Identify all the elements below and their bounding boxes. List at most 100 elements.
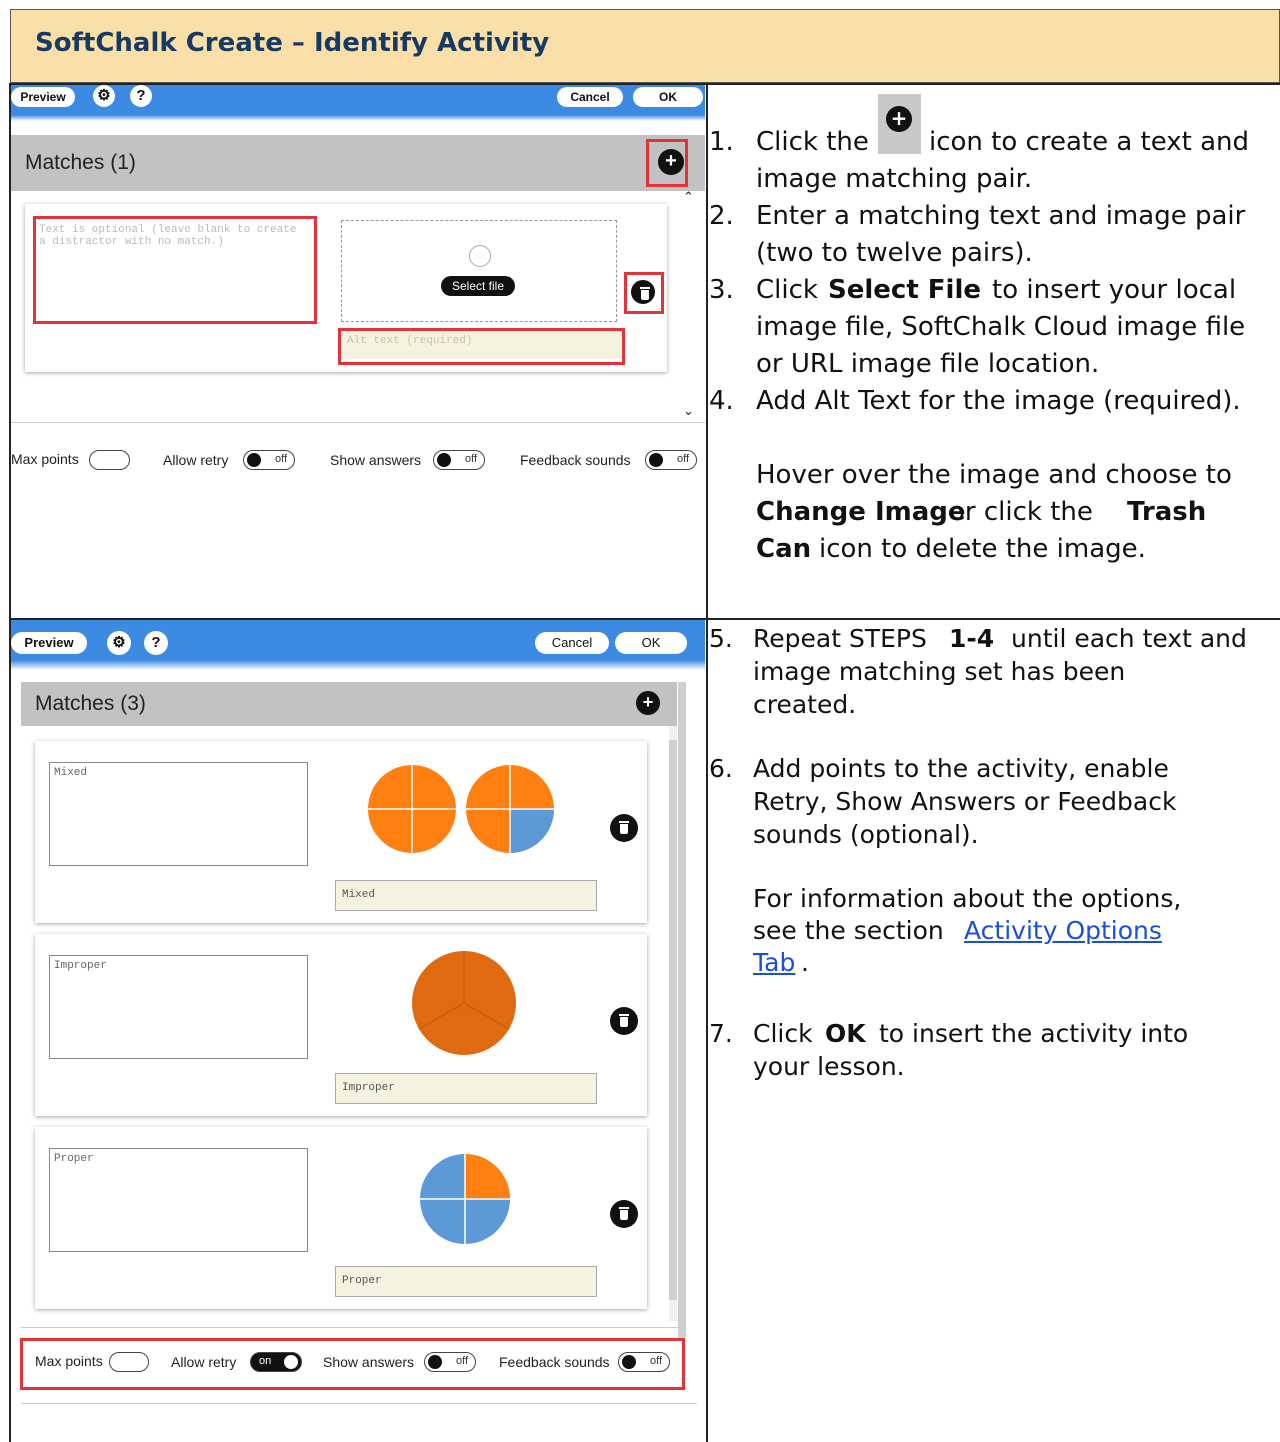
activity-options-link[interactable]: Activity Options [964, 914, 1162, 947]
match-card: Proper Proper [35, 1127, 647, 1309]
hover-text-a: Hover over the image and choose to [756, 460, 1232, 490]
toggle-knob [649, 453, 663, 467]
step-7-bold: OK [825, 1019, 866, 1048]
step-2-text-b: (two to twelve pairs). [756, 238, 1033, 268]
editor-toolbar: Preview ⚙ ? Cancel OK [11, 620, 705, 670]
matches-header: Matches (1) + [11, 135, 705, 191]
image-drop-zone[interactable]: Select file [341, 220, 617, 322]
hover-bold-change-image: Change Image [756, 497, 966, 527]
document-title-bar: SoftChalk Create – Identify Activity [10, 9, 1280, 83]
step-5-bold: 1-4 [949, 624, 995, 653]
info-text-a: For information about the options, [753, 884, 1182, 913]
hover-text-c: icon to delete the image. [819, 534, 1146, 564]
screenshot-panel-2: Preview ⚙ ? Cancel OK Matches (3) + Mixe… [11, 620, 705, 1442]
step-2-text-a: Enter a matching text and image pair [756, 201, 1246, 231]
table-border-middle [706, 83, 708, 1442]
mixed-fraction-image [368, 765, 554, 853]
max-points-label: Max points [11, 451, 79, 467]
scrollbar-thumb[interactable] [669, 740, 677, 1300]
empty-quarter [510, 809, 554, 853]
step-3-number: 3. [709, 275, 734, 305]
match-text-input[interactable]: Mixed [49, 762, 308, 866]
trash-icon[interactable] [610, 1200, 638, 1228]
step-2-number: 2. [709, 201, 734, 231]
alt-text-input[interactable]: Mixed [335, 880, 597, 911]
highlight-trash-icon [624, 272, 664, 314]
improper-fraction-image [412, 951, 516, 1055]
toggle-state-text: off [676, 453, 689, 465]
step-1-text-c: image matching pair. [756, 164, 1033, 194]
toggle-knob [437, 453, 451, 467]
step-6-text-b: Retry, Show Answers or Feedback [753, 787, 1177, 816]
preview-button[interactable]: Preview [11, 87, 75, 107]
plus-icon: + [886, 106, 912, 132]
instructions-top: 1. Click the + icon to create a text and… [709, 94, 1279, 580]
step-5-text-d: created. [753, 690, 857, 719]
step-6-number: 6. [709, 754, 733, 783]
preview-button[interactable]: Preview [11, 632, 87, 654]
matches-header: Matches (3) + [21, 682, 677, 726]
step-7-text-b: to insert the activity into [879, 1019, 1189, 1048]
editor-toolbar: Preview ⚙ ? Cancel OK [11, 85, 705, 121]
matches-count-label: Matches (1) [25, 151, 136, 174]
screenshot-panel-1: Preview ⚙ ? Cancel OK Matches (1) + ⌃ Te… [11, 85, 705, 618]
info-text-b: see the section [753, 916, 944, 945]
step-7-text-a: Click [753, 1019, 813, 1048]
add-match-icon[interactable]: + [636, 691, 660, 715]
match-text-input[interactable]: Improper [49, 955, 308, 1059]
toggle-state-text: off [464, 453, 477, 465]
allow-retry-label: Allow retry [163, 452, 229, 468]
alt-text-input[interactable]: Improper [335, 1073, 597, 1104]
highlight-text-input [33, 216, 317, 324]
step-5-text-b: until each text and [1011, 624, 1247, 653]
allow-retry-toggle[interactable]: off [243, 450, 295, 470]
gear-icon[interactable]: ⚙ [93, 85, 115, 107]
card-list-divider [21, 1327, 685, 1328]
gear-icon[interactable]: ⚙ [107, 631, 131, 655]
step-3-text-c: image file, SoftChalk Cloud image file [756, 312, 1246, 342]
hover-bold-trash: Trash [1127, 497, 1207, 527]
alt-text-input[interactable]: Proper [335, 1266, 597, 1297]
step-7-text-c: your lesson. [753, 1052, 905, 1081]
highlight-add-button [646, 139, 688, 187]
info-end: . [801, 948, 809, 977]
step-7-number: 7. [709, 1019, 733, 1048]
step-3-bold: Select File [828, 275, 982, 305]
step-6-text-a: Add points to the activity, enable [753, 754, 1169, 783]
ok-button[interactable]: OK [615, 632, 687, 654]
instructions-bottom: 5. Repeat STEPS 1-4 until each text and … [709, 620, 1279, 1100]
step-5-text-a: Repeat STEPS [753, 624, 927, 653]
scrollbar-outer [678, 682, 686, 1338]
add-icon-illustration: + [878, 94, 921, 154]
hover-text-b: or click the [949, 497, 1093, 527]
step-4-text-a: Add Alt Text for the image (required). [756, 386, 1241, 416]
step-3-text-b: to insert your local [992, 275, 1237, 305]
step-1-text-a: Click the [756, 127, 869, 157]
trash-icon[interactable] [610, 814, 638, 842]
max-points-input[interactable] [89, 450, 130, 470]
scrollbar-track[interactable] [669, 726, 677, 1321]
help-icon[interactable]: ? [130, 85, 152, 107]
toggle-state-text: off [274, 453, 287, 465]
step-5-number: 5. [709, 624, 733, 653]
cancel-button[interactable]: Cancel [557, 87, 623, 107]
select-file-button[interactable]: Select file [441, 276, 515, 296]
cancel-button[interactable]: Cancel [535, 632, 609, 654]
matches-count-label: Matches (3) [35, 692, 146, 715]
ok-button[interactable]: OK [633, 87, 703, 107]
panel-bottom-divider [21, 1403, 697, 1404]
feedback-sounds-toggle[interactable]: off [645, 450, 697, 470]
help-icon[interactable]: ? [144, 631, 168, 655]
match-text-input[interactable]: Proper [49, 1148, 308, 1252]
filled-quarter [465, 1154, 510, 1199]
scroll-down-arrow[interactable]: ⌄ [683, 403, 694, 419]
scroll-up-arrow[interactable]: ⌃ [683, 189, 694, 205]
show-answers-toggle[interactable]: off [433, 450, 485, 470]
step-6-text-c: sounds (optional). [753, 820, 979, 849]
trash-icon[interactable] [610, 1007, 638, 1035]
card-list-divider [11, 422, 705, 423]
document-title: SoftChalk Create – Identify Activity [35, 28, 550, 58]
show-answers-label: Show answers [330, 452, 422, 468]
highlight-alt-text [338, 328, 625, 365]
activity-options-link-tab[interactable]: Tab [753, 946, 795, 979]
